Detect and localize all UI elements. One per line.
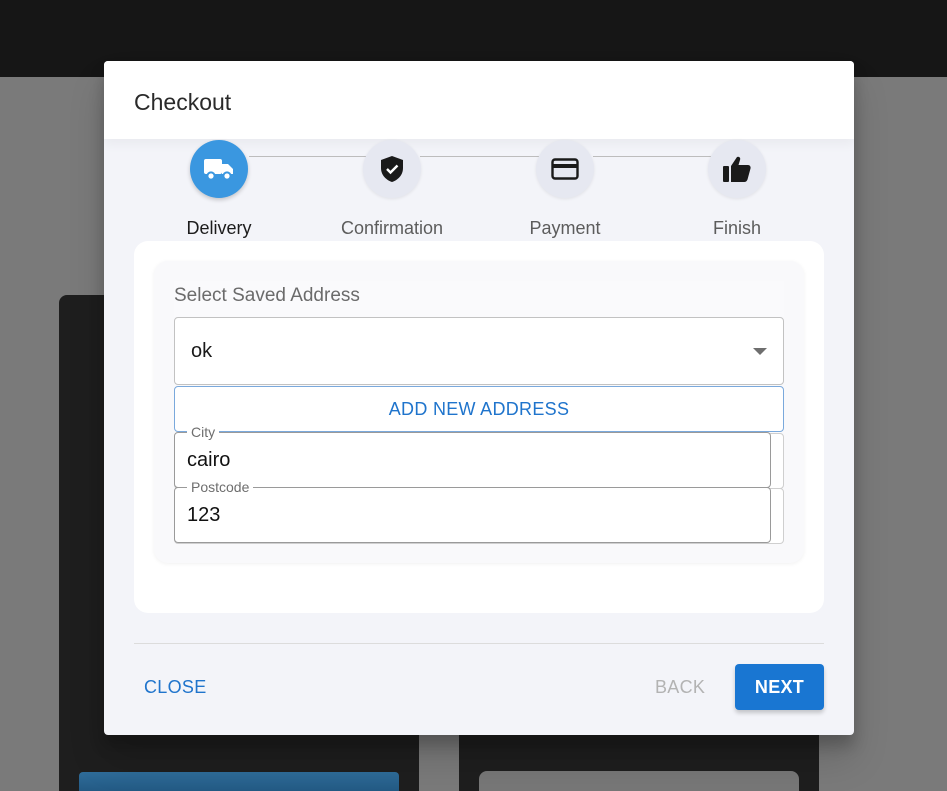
step-confirmation[interactable] [363,140,421,198]
city-field[interactable]: City cairo [174,424,771,488]
delivery-form-card: Select Saved Address ok ADD NEW ADDRESS … [134,241,824,613]
close-button[interactable]: CLOSE [134,664,217,710]
step-label-finish: Finish [712,218,761,238]
back-button[interactable]: BACK [645,664,715,710]
chevron-down-icon [753,348,767,355]
step-label-confirmation: Confirmation [340,218,444,238]
postcode-field[interactable]: Postcode 123 [174,479,771,543]
saved-address-select[interactable]: ok [174,317,784,385]
checkout-dialog: Checkout Delivery Confirmation Payment F… [104,61,854,735]
postcode-label: Postcode [187,479,254,495]
step-payment[interactable] [536,140,594,198]
dialog-header: Checkout [104,61,854,139]
truck-icon [204,159,233,181]
city-label: City [187,424,220,440]
saved-address-value: ok [191,340,213,362]
next-button[interactable]: NEXT [735,664,824,710]
background-product-image [79,772,399,791]
address-section: Select Saved Address ok ADD NEW ADDRESS … [154,261,804,563]
credit-card-icon [551,158,579,180]
add-new-address-button[interactable]: ADD NEW ADDRESS [174,386,784,432]
step-connector [420,156,539,157]
shield-check-icon [381,156,403,182]
step-finish[interactable] [708,140,766,198]
background-product-image [479,771,799,791]
thumbs-up-icon [723,156,751,182]
step-label-delivery: Delivery [186,218,252,238]
step-label-payment: Payment [529,218,601,238]
step-connector [593,156,712,157]
step-connector [249,156,366,157]
footer-divider [134,643,824,644]
saved-address-label: Select Saved Address [174,281,784,317]
city-value: cairo [187,449,231,471]
postcode-value: 123 [187,504,221,526]
dialog-title: Checkout [134,89,232,115]
step-delivery[interactable] [190,140,248,198]
